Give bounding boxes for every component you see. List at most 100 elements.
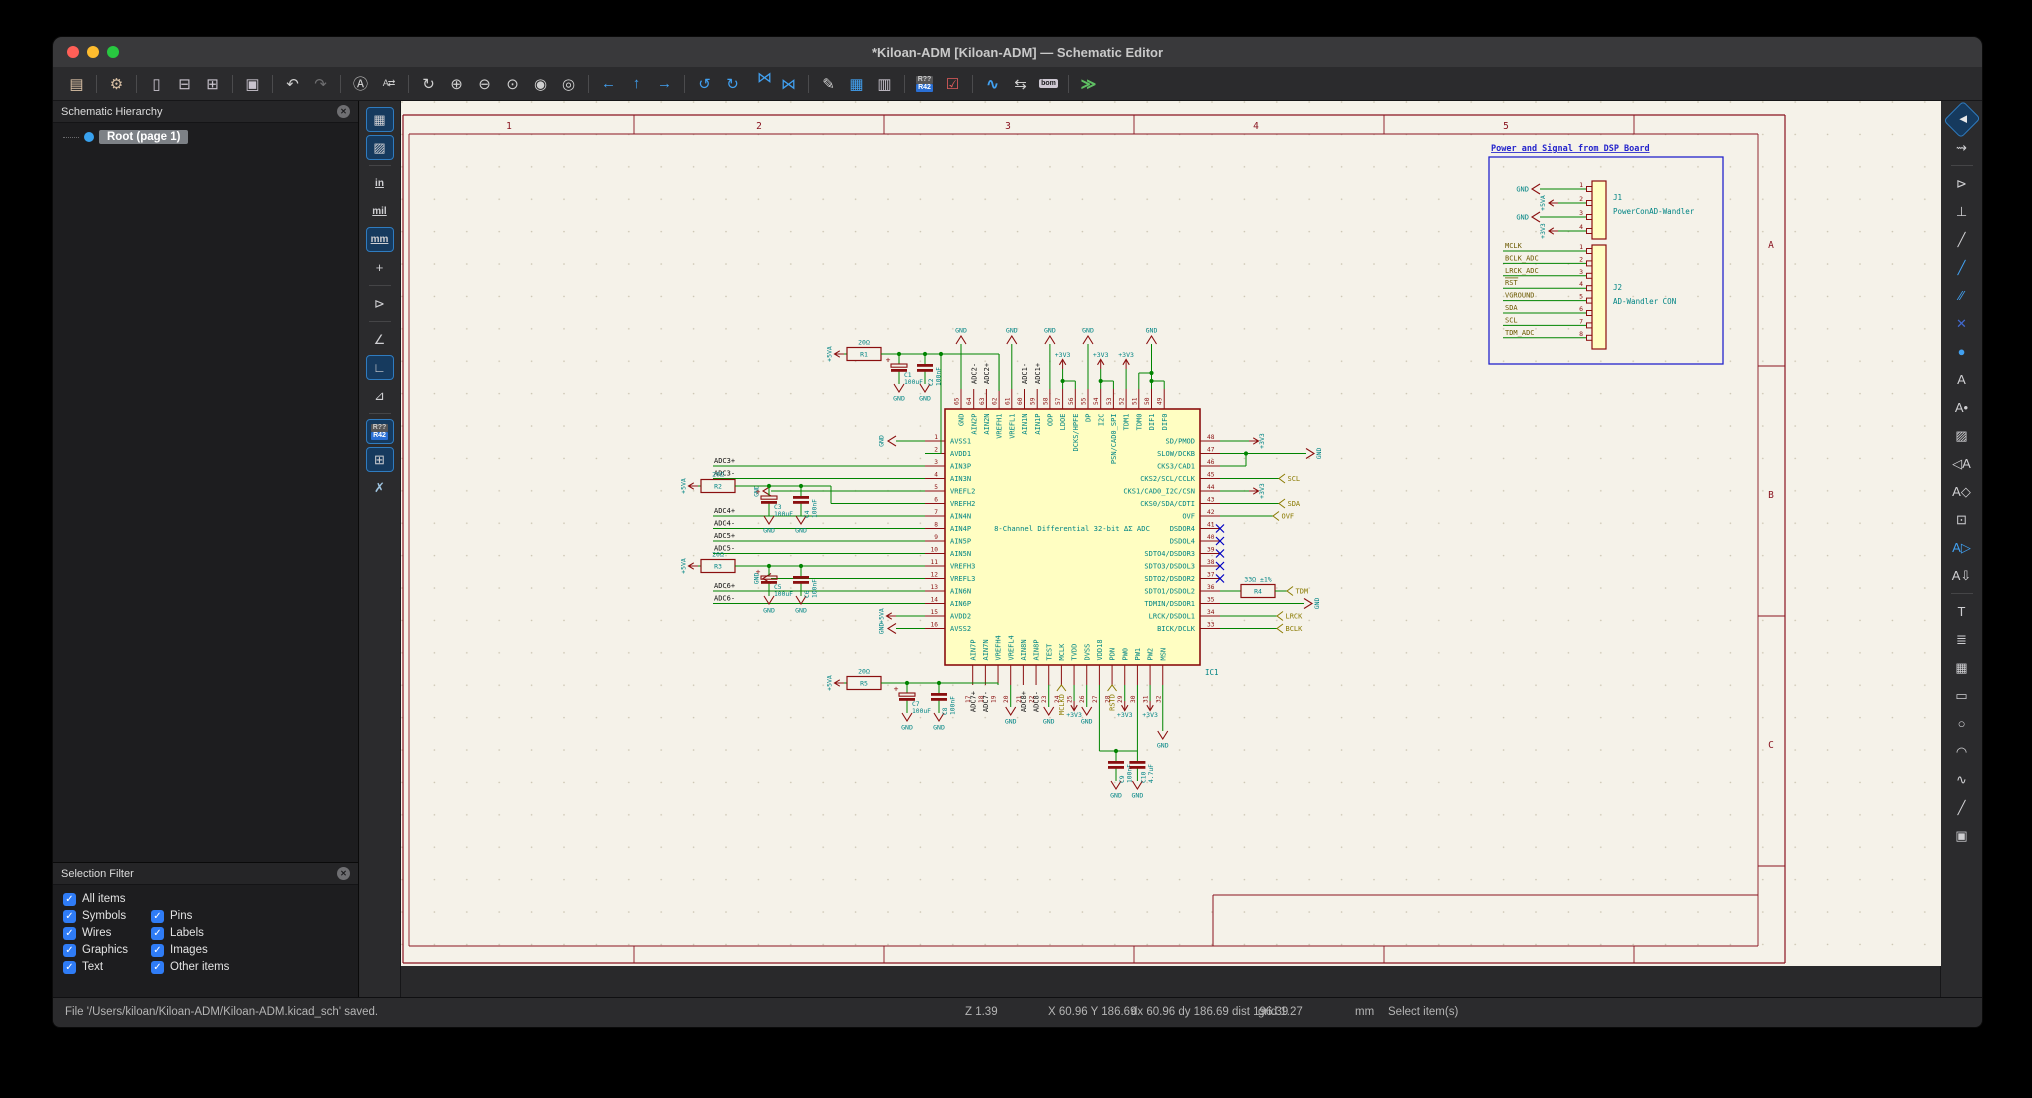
svg-text:+5VA: +5VA bbox=[680, 478, 688, 494]
selection-filter-close-icon[interactable]: ✕ bbox=[337, 867, 350, 880]
filter-checkbox-other-items[interactable]: ✓ Other items bbox=[151, 960, 348, 974]
simulator-button[interactable]: ∿ bbox=[979, 71, 1006, 97]
add-text-button[interactable]: T bbox=[1948, 599, 1976, 624]
symbol-properties-button[interactable]: ✎ bbox=[815, 71, 842, 97]
add-power-button[interactable]: ⊥ bbox=[1948, 199, 1976, 224]
tools-button[interactable]: ✗ bbox=[366, 475, 394, 500]
add-bus-entry-button[interactable]: ∕∕ bbox=[1948, 283, 1976, 308]
filter-checkbox-labels[interactable]: ✓ Labels bbox=[151, 926, 348, 940]
close-window-button[interactable] bbox=[67, 46, 79, 58]
grid-override-button[interactable]: ▨ bbox=[365, 135, 394, 160]
zoom-objects-button[interactable]: ◉ bbox=[527, 71, 554, 97]
add-image-button[interactable]: ▣ bbox=[1948, 823, 1976, 848]
add-label-button[interactable]: A bbox=[1948, 367, 1976, 392]
plot-button[interactable]: ⊞ bbox=[199, 71, 226, 97]
nav-forward-button[interactable]: → bbox=[651, 71, 678, 97]
filter-checkbox-all-items[interactable]: ✓ All items bbox=[63, 892, 151, 906]
svg-text:DP: DP bbox=[1085, 414, 1093, 422]
zoom-fit-button[interactable]: ⊙ bbox=[499, 71, 526, 97]
page-settings-button[interactable]: ▯ bbox=[143, 71, 170, 97]
add-bus-button[interactable]: ╱ bbox=[1948, 255, 1976, 280]
import-sheet-pin-button[interactable]: A⇩ bbox=[1948, 563, 1976, 588]
checkbox-checked-icon[interactable]: ✓ bbox=[63, 960, 76, 974]
filter-checkbox-text[interactable]: ✓ Text bbox=[63, 960, 151, 974]
assign-footprints-button[interactable]: ⇆ bbox=[1007, 71, 1034, 97]
select-button[interactable]: ▲ bbox=[1942, 100, 1981, 139]
zoom-in-button[interactable]: ⊕ bbox=[443, 71, 470, 97]
hv-wires-button[interactable]: ∟ bbox=[365, 355, 394, 380]
scripting-console-button[interactable]: ≫ bbox=[1075, 71, 1102, 97]
checkbox-checked-icon[interactable]: ✓ bbox=[151, 909, 164, 923]
annotate-auto-button[interactable]: R?? R42 bbox=[365, 419, 394, 444]
sheet-pin-button[interactable]: A▷ bbox=[1948, 535, 1976, 560]
cursor-shape-button[interactable]: + bbox=[366, 255, 394, 280]
no-connect-button[interactable]: ✕ bbox=[1948, 311, 1976, 336]
mirror-h-button[interactable]: ⋈ bbox=[775, 71, 802, 97]
filter-checkbox-symbols[interactable]: ✓ Symbols bbox=[63, 909, 151, 923]
annotate-button[interactable]: R?? R42 bbox=[911, 71, 938, 97]
filter-checkbox-images[interactable]: ✓ Images bbox=[151, 943, 348, 957]
add-symbol-button[interactable]: ⊳ bbox=[1948, 171, 1976, 196]
schematic-setup-button[interactable]: ⚙ bbox=[103, 71, 130, 97]
checkbox-checked-icon[interactable]: ✓ bbox=[63, 892, 76, 906]
checkbox-checked-icon[interactable]: ✓ bbox=[151, 960, 164, 974]
hierarchical-label-button[interactable]: A◇ bbox=[1948, 479, 1976, 504]
save-button[interactable]: ▤ bbox=[63, 71, 90, 97]
rotate-cw-button[interactable]: ↻ bbox=[719, 71, 746, 97]
units-inches-button[interactable]: in bbox=[366, 171, 394, 196]
checkbox-checked-icon[interactable]: ✓ bbox=[151, 926, 164, 940]
free-angle-wires-button[interactable]: ∠ bbox=[366, 327, 394, 352]
svg-text:PowerConAD-Wandler: PowerConAD-Wandler bbox=[1613, 207, 1695, 216]
find-replace-button[interactable]: A⇄ bbox=[375, 71, 402, 97]
checkbox-checked-icon[interactable]: ✓ bbox=[63, 909, 76, 923]
rule-area-button[interactable]: ▨ bbox=[1948, 423, 1976, 448]
nav-back-button[interactable]: ← bbox=[595, 71, 622, 97]
bom-button[interactable]: bom bbox=[1035, 71, 1062, 97]
redo-button[interactable]: ↷ bbox=[307, 71, 334, 97]
mirror-v-button[interactable]: ⋈ bbox=[748, 69, 774, 97]
filter-checkbox-pins[interactable]: ✓ Pins bbox=[151, 909, 348, 923]
add-bezier-button[interactable]: ∿ bbox=[1948, 767, 1976, 792]
status-mode: Select item(s) bbox=[1388, 1006, 1459, 1018]
find-button[interactable]: Ⓐ bbox=[347, 71, 374, 97]
add-circle-button[interactable]: ○ bbox=[1948, 711, 1976, 736]
erc-button[interactable]: ☑ bbox=[939, 71, 966, 97]
filter-checkbox-wires[interactable]: ✓ Wires bbox=[63, 926, 151, 940]
nav-up-button[interactable]: ↑ bbox=[623, 71, 650, 97]
hierarchy-navigator-button[interactable]: ⊞ bbox=[365, 447, 394, 472]
units-mils-button[interactable]: mil bbox=[366, 199, 394, 224]
add-rectangle-button[interactable]: ▭ bbox=[1948, 683, 1976, 708]
zoom-window-button[interactable] bbox=[107, 46, 119, 58]
netclass-directive-button[interactable]: A• bbox=[1948, 395, 1976, 420]
edit-symbols-button[interactable]: ▥ bbox=[871, 71, 898, 97]
add-wire-button[interactable]: ╱ bbox=[1948, 227, 1976, 252]
print-button[interactable]: ⊟ bbox=[171, 71, 198, 97]
units-mm-button[interactable]: mm bbox=[365, 227, 394, 252]
add-sheet-button[interactable]: ⊡ bbox=[1948, 507, 1976, 532]
schematic-canvas[interactable]: 1 2 3 4 5 A B C 8-Channel Differential 32-bit ΔΣ… bbox=[401, 101, 1941, 966]
grid-dots-button[interactable]: ▦ bbox=[365, 107, 394, 132]
add-line-button[interactable]: ╱ bbox=[1948, 795, 1976, 820]
global-label-button[interactable]: ◁A bbox=[1948, 451, 1976, 476]
highlight-net-button[interactable]: ⇝ bbox=[1948, 135, 1976, 160]
45deg-wires-button[interactable]: ⊿ bbox=[366, 383, 394, 408]
checkbox-checked-icon[interactable]: ✓ bbox=[151, 943, 164, 957]
checkbox-checked-icon[interactable]: ✓ bbox=[63, 943, 76, 957]
paste-button[interactable]: ▣ bbox=[239, 71, 266, 97]
zoom-selection-button[interactable]: ◎ bbox=[555, 71, 582, 97]
checkbox-checked-icon[interactable]: ✓ bbox=[63, 926, 76, 940]
add-textbox-button[interactable]: ≣ bbox=[1948, 627, 1976, 652]
add-table-button[interactable]: ▦ bbox=[1948, 655, 1976, 680]
add-arc-button[interactable]: ◠ bbox=[1948, 739, 1976, 764]
add-junction-button[interactable]: ● bbox=[1948, 339, 1976, 364]
zoom-out-button[interactable]: ⊖ bbox=[471, 71, 498, 97]
undo-button[interactable]: ↶ bbox=[279, 71, 306, 97]
filter-checkbox-graphics[interactable]: ✓ Graphics bbox=[63, 943, 151, 957]
show-hidden-pins-button[interactable]: ⊳ bbox=[366, 291, 394, 316]
hierarchy-root-item[interactable]: Root (page 1) bbox=[63, 130, 358, 144]
minimize-window-button[interactable] bbox=[87, 46, 99, 58]
rotate-ccw-button[interactable]: ↺ bbox=[691, 71, 718, 97]
refresh-button[interactable]: ↻ bbox=[415, 71, 442, 97]
hierarchy-close-icon[interactable]: ✕ bbox=[337, 105, 350, 118]
symbol-fields-table-button[interactable]: ▦ bbox=[843, 71, 870, 97]
